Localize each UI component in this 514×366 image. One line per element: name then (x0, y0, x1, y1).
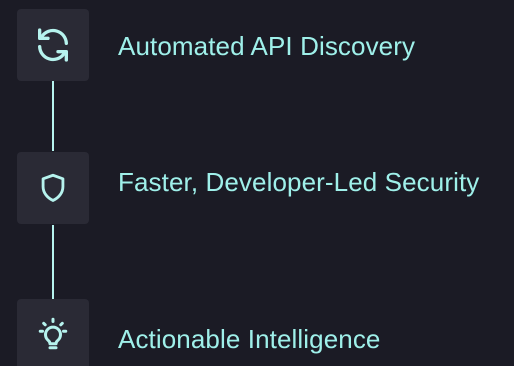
feature-label-api-discovery: Automated API Discovery (118, 31, 416, 61)
feature-icon-box (17, 9, 89, 81)
timeline-connector (52, 81, 54, 151)
shield-icon (41, 173, 65, 202)
refresh-icon (38, 28, 69, 62)
feature-label-intelligence: Actionable Intelligence (118, 324, 381, 354)
lightbulb-icon (38, 317, 68, 350)
feature-label-security: Faster, Developer-Led Security (118, 167, 480, 197)
timeline-connector (52, 225, 54, 299)
feature-icon-box (17, 152, 89, 224)
feature-icon-box (17, 299, 89, 366)
